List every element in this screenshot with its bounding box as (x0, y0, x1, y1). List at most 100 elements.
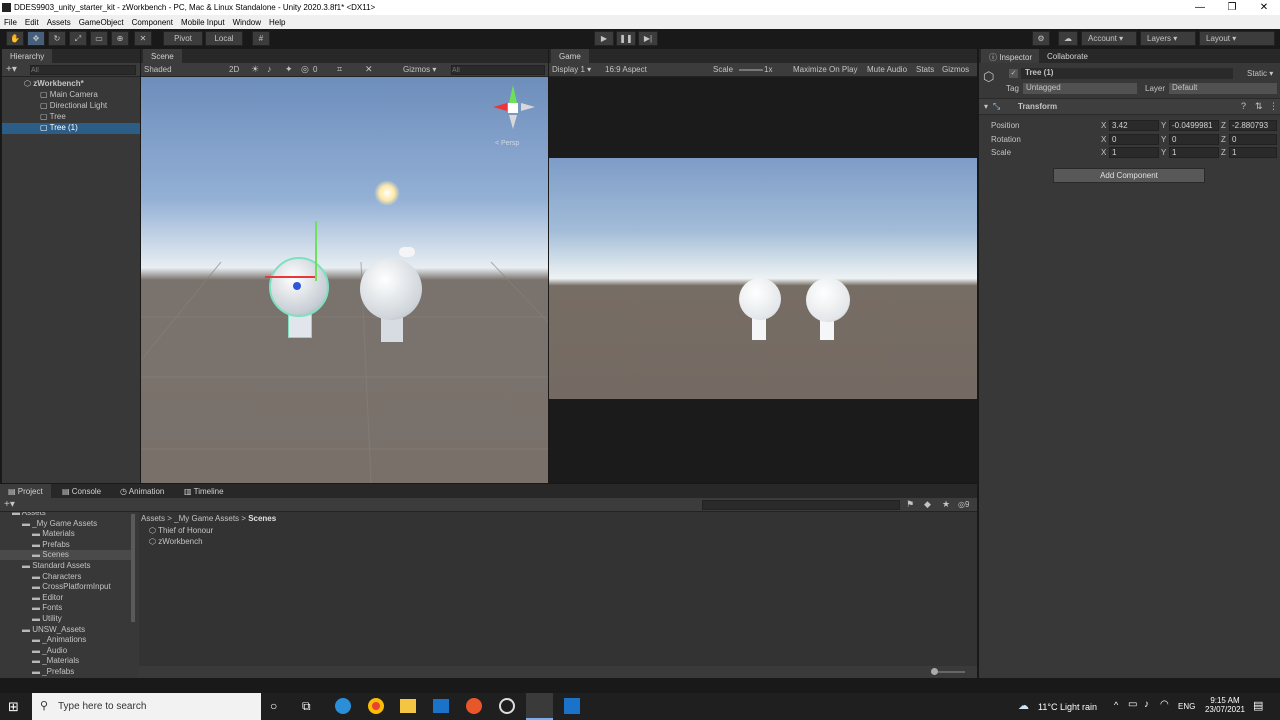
kebab-menu-icon[interactable]: ⋮ (1269, 101, 1278, 112)
expand-arrow-icon[interactable]: ▾ (984, 102, 988, 111)
favorite-star-icon[interactable]: ★ (942, 499, 950, 510)
static-toggle[interactable]: Static ▾ (1247, 69, 1273, 78)
network-icon[interactable]: ▭ (1128, 699, 1137, 710)
project-search-input[interactable] (702, 500, 900, 510)
move-tool-icon[interactable]: ✥ (27, 31, 45, 46)
grid-snap-icon[interactable]: # (252, 31, 270, 46)
scale-slider[interactable] (739, 69, 763, 71)
step-button[interactable]: ▶| (638, 31, 658, 46)
move-gizmo-y-axis[interactable] (315, 221, 317, 281)
task-view-icon[interactable]: ⧉ (302, 699, 311, 714)
menu-file[interactable]: File (0, 15, 21, 27)
camera-settings-icon[interactable]: ⌗ (337, 64, 342, 75)
effects-icon[interactable]: ✦ (285, 64, 293, 75)
windows-start-icon[interactable]: ⊞ (8, 699, 19, 715)
scale-tool-icon[interactable]: ⤢ (69, 31, 87, 46)
position-z-field[interactable]: -2.880793 (1229, 120, 1277, 131)
scene-viewport[interactable]: < Persp (141, 77, 548, 483)
audio-icon[interactable]: ♪ (267, 64, 272, 74)
position-y-field[interactable]: -0.0499981 (1169, 120, 1219, 131)
file-item-zworkbench[interactable]: ⬡ zWorkbench (149, 537, 203, 546)
scale-y-field[interactable]: 1 (1169, 147, 1219, 158)
tab-console[interactable]: ▤ Console (54, 484, 110, 498)
local-toggle[interactable]: Local (205, 31, 243, 46)
breadcrumb-assets[interactable]: Assets (141, 514, 165, 523)
custom-tool-icon[interactable]: ✕ (134, 31, 152, 46)
volume-icon[interactable]: ♪ (1144, 699, 1149, 710)
project-tree-item[interactable]: ▬ Standard Assets (0, 561, 131, 571)
menu-help[interactable]: Help (265, 15, 289, 27)
position-x-field[interactable]: 3.42 (1109, 120, 1159, 131)
weather-text[interactable]: 11°C Light rain (1038, 702, 1097, 712)
shading-dropdown[interactable]: Shaded (144, 65, 172, 74)
tab-project[interactable]: ▤ Project (0, 484, 51, 498)
hierarchy-item-tree[interactable]: ▢ Tree (2, 112, 66, 123)
unity-editor-taskbar-icon[interactable] (526, 693, 553, 720)
sun-light-icon[interactable] (374, 180, 400, 206)
active-checkbox[interactable]: ✓ (1009, 69, 1018, 78)
project-tree-item[interactable]: ▬ _My Game Assets (0, 519, 131, 529)
tab-scene[interactable]: Scene (143, 49, 182, 63)
minimize-button[interactable]: — (1184, 0, 1216, 15)
tree-canopy[interactable] (360, 258, 422, 320)
file-explorer-icon[interactable] (400, 699, 416, 713)
transform-header[interactable]: ▾ ⤡ Transform ? ⇅ ⋮ (979, 99, 1280, 115)
mute-audio-toggle[interactable]: Mute Audio (867, 65, 907, 74)
hierarchy-item-main-camera[interactable]: ▢ Main Camera (2, 90, 98, 101)
hierarchy-item-tree-1[interactable]: ▢ Tree (1) (2, 123, 140, 134)
menu-mobile-input[interactable]: Mobile Input (177, 15, 229, 27)
edge-icon[interactable] (335, 698, 351, 714)
cloud-icon[interactable]: ☁ (1058, 31, 1078, 46)
tab-collaborate[interactable]: Collaborate (1039, 49, 1096, 63)
rotation-z-field[interactable]: 0 (1229, 134, 1277, 145)
clock[interactable]: 9:15 AM 23/07/2021 (1202, 696, 1248, 714)
tab-animation[interactable]: ◷ Animation (112, 484, 173, 498)
maximize-button[interactable]: ❐ (1216, 0, 1248, 15)
project-tree-item[interactable]: ▬ Characters (0, 572, 131, 582)
game-view[interactable] (549, 158, 977, 399)
rect-tool-icon[interactable]: ▭ (90, 31, 108, 46)
project-tree-item[interactable]: ▬ Scenes (0, 550, 131, 561)
collab-icon[interactable]: ⚙ (1032, 31, 1050, 46)
persp-label[interactable]: < Persp (495, 140, 519, 147)
tree-scrollbar[interactable] (131, 514, 135, 622)
mail-icon[interactable] (433, 699, 449, 713)
add-component-button[interactable]: Add Component (1053, 168, 1205, 183)
menu-component[interactable]: Component (128, 15, 177, 27)
scene-root-item[interactable]: ⬡ zWorkbench* (2, 79, 140, 90)
app-window-icon[interactable] (564, 698, 580, 714)
taskbar-search-box[interactable]: ⚲ Type here to search (32, 693, 261, 720)
lighting-icon[interactable]: ☀ (251, 64, 259, 75)
create-plus-icon[interactable]: +▾ (6, 64, 17, 75)
project-tree-item[interactable]: ▬ _Animations (0, 635, 131, 645)
file-item-thief-of-honour[interactable]: ⬡ Thief of Honour (149, 526, 213, 535)
hidden-packages-count[interactable]: ◎9 (958, 500, 969, 509)
project-tree-item[interactable]: ▬ _Materials (0, 656, 131, 666)
object-name-field[interactable]: Tree (1) (1021, 68, 1233, 79)
cortana-icon[interactable]: ○ (270, 699, 277, 713)
hidden-objects-icon[interactable]: ◎ (301, 64, 309, 75)
breadcrumb-my-game-assets[interactable]: _My Game Assets (174, 514, 239, 523)
close-button[interactable]: ✕ (1248, 0, 1280, 15)
scene-orientation-gizmo[interactable] (483, 83, 543, 143)
tools-icon[interactable]: ✕ (365, 64, 373, 75)
weather-cloud-icon[interactable]: ☁ (1018, 699, 1029, 712)
menu-window[interactable]: Window (229, 15, 265, 27)
tab-inspector[interactable]: ⓘ Inspector (981, 49, 1041, 63)
filter-type-icon[interactable]: ⚑ (906, 499, 914, 510)
project-tree-item[interactable]: ▬ CrossPlatformInput (0, 582, 131, 592)
notifications-icon[interactable]: ▤ (1253, 699, 1263, 712)
rotation-x-field[interactable]: 0 (1109, 134, 1159, 145)
move-gizmo-x-axis[interactable] (265, 276, 315, 278)
stats-toggle[interactable]: Stats (916, 65, 934, 74)
app-icon[interactable] (466, 698, 482, 714)
breadcrumb-scenes[interactable]: Scenes (248, 514, 276, 523)
layers-dropdown[interactable]: Layers ▾ (1140, 31, 1196, 46)
hierarchy-search-input[interactable] (30, 65, 136, 75)
menu-edit[interactable]: Edit (21, 15, 43, 27)
project-tree-item[interactable]: ▬ Utility (0, 614, 131, 624)
project-tree-item[interactable]: ▬ UNSW_Assets (0, 625, 131, 635)
pivot-toggle[interactable]: Pivot (163, 31, 203, 46)
project-tree-item[interactable]: ▬ Materials (0, 529, 131, 539)
display-dropdown[interactable]: Display 1 ▾ (552, 65, 591, 74)
